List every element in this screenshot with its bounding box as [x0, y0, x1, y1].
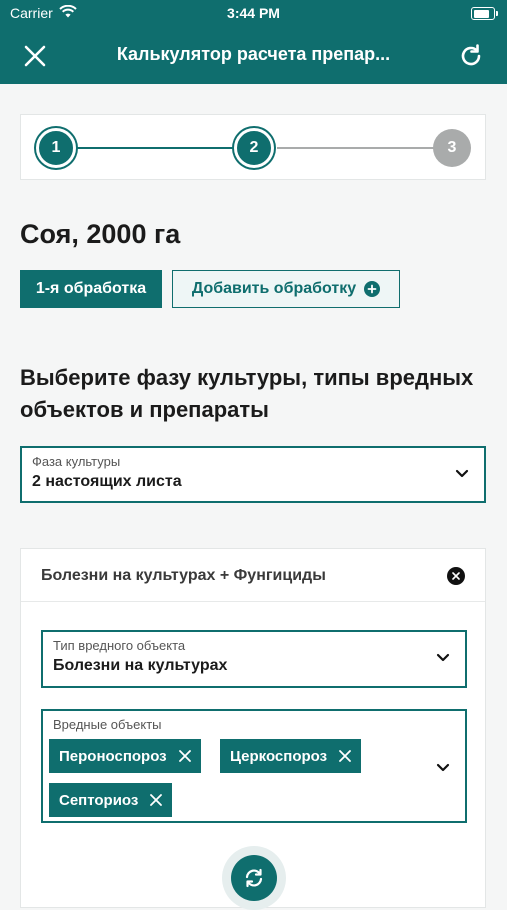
phase-select[interactable]: Фаза культуры 2 настоящих листа — [20, 446, 486, 503]
card-title: Болезни на культурах + Фунгициды — [41, 567, 326, 584]
pest-type-value: Болезни на культурах — [53, 657, 228, 674]
refresh-icon — [245, 868, 263, 888]
swap-button[interactable] — [222, 846, 286, 910]
chevron-down-icon — [455, 469, 469, 478]
chevron-down-icon — [436, 763, 450, 772]
pest-chip: Септориоз — [49, 783, 173, 817]
section-heading: Выберите фазу культуры, типы вредных объ… — [20, 365, 474, 422]
phase-select-value: 2 настоящих листа — [32, 473, 182, 490]
card-header: Болезни на культурах + Фунгициды — [21, 549, 485, 602]
close-icon — [24, 45, 46, 67]
step-connector-completed — [77, 147, 257, 149]
stepper: 1 2 3 — [20, 114, 486, 180]
pest-type-label: Тип вредного объекта — [53, 638, 186, 653]
remove-card-button[interactable] — [447, 567, 465, 585]
battery-icon — [471, 7, 498, 20]
pests-label: Вредные объекты — [53, 717, 162, 732]
add-treatment-label: Добавить обработку — [191, 280, 357, 297]
refresh-icon — [461, 44, 481, 66]
app-header: Carrier 3:44 PM Калькулятор расчета преп… — [0, 0, 507, 84]
close-button[interactable] — [7, 28, 63, 84]
nav-bar: Калькулятор расчета препар... — [0, 28, 507, 84]
remove-chip-icon[interactable] — [150, 794, 163, 806]
step-3[interactable]: 3 — [433, 129, 471, 167]
status-bar: Carrier 3:44 PM — [0, 0, 507, 28]
treatment-1-button[interactable]: 1-я обработка — [20, 270, 162, 308]
pests-multiselect[interactable]: Вредные объекты Пероноспороз Церкоспороз… — [41, 709, 467, 823]
pest-chip: Церкоспороз — [220, 739, 362, 773]
pest-chip: Пероноспороз — [49, 739, 201, 773]
chevron-down-icon — [436, 653, 450, 662]
remove-chip-icon[interactable] — [178, 750, 191, 762]
add-treatment-button[interactable]: Добавить обработку — [172, 270, 400, 308]
reload-button[interactable] — [443, 28, 499, 84]
pest-chip-label: Церкоспороз — [230, 747, 328, 765]
pest-chip-label: Пероноспороз — [59, 747, 167, 765]
step-1[interactable]: 1 — [36, 128, 76, 168]
pest-type-select[interactable]: Тип вредного объекта Болезни на культура… — [41, 630, 467, 688]
pest-chip-label: Септориоз — [59, 791, 139, 809]
close-icon — [452, 572, 460, 580]
remove-chip-icon[interactable] — [339, 750, 351, 762]
crop-title: Соя, 2000 га — [20, 219, 181, 249]
step-connector-pending — [277, 147, 435, 149]
phase-select-label: Фаза культуры — [32, 454, 121, 469]
plus-circle-icon — [364, 281, 381, 297]
step-2[interactable]: 2 — [234, 128, 274, 168]
status-time: 3:44 PM — [227, 5, 280, 21]
page-title: Калькулятор расчета препар... — [116, 44, 391, 64]
